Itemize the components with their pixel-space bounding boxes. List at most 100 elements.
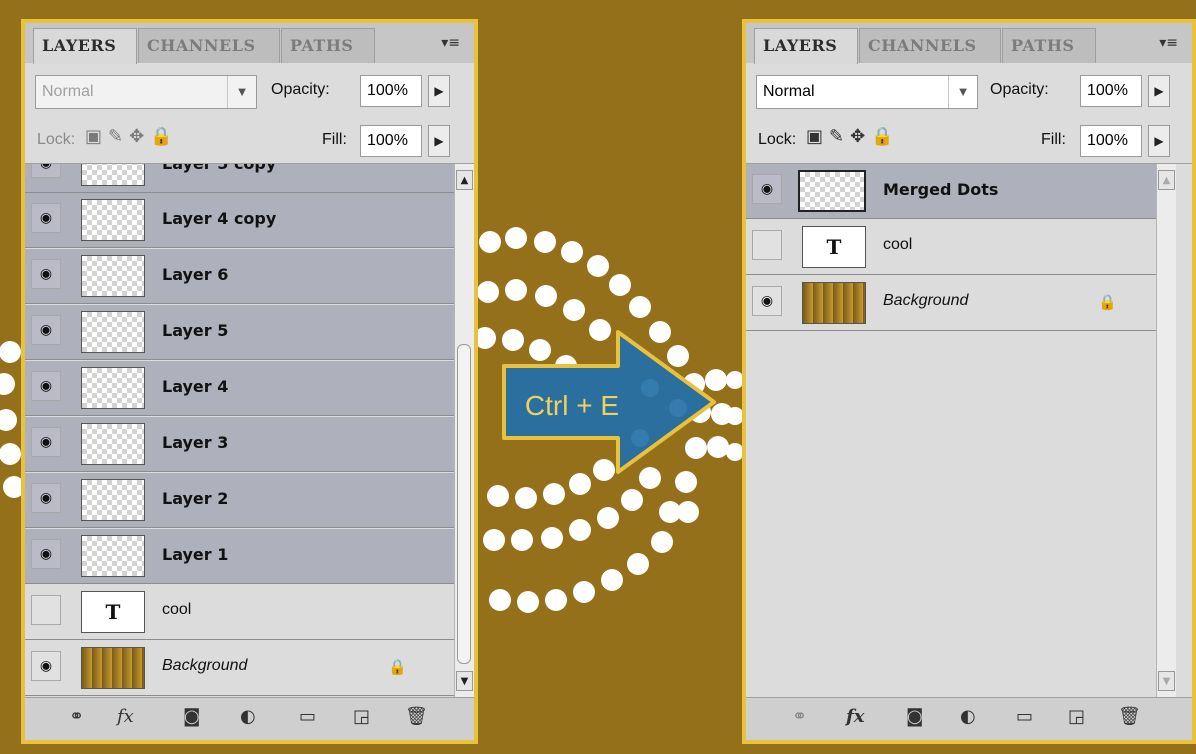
layer-thumbnail: [81, 199, 145, 241]
panel-menu-icon[interactable]: ▾≡: [1159, 35, 1178, 51]
fill-label: Fill:: [322, 131, 347, 148]
eye-icon[interactable]: ◉: [31, 483, 61, 513]
add-mask-icon[interactable]: ◙: [183, 706, 200, 727]
adjustment-layer-icon[interactable]: ◐: [960, 706, 976, 727]
blend-mode-value: Normal: [763, 83, 815, 100]
scroll-up-icon[interactable]: ▲: [456, 170, 473, 190]
visibility-toggle-empty[interactable]: [752, 230, 782, 260]
lock-icons: ▣✎✥🔒: [85, 126, 179, 147]
layer-name: Background: [162, 657, 248, 674]
visibility-toggle-empty[interactable]: [31, 595, 61, 625]
chevron-down-icon: ▼: [227, 76, 256, 108]
tab-paths[interactable]: PATHS: [281, 28, 375, 63]
layer-row[interactable]: ◉ Background 🔒: [25, 641, 454, 696]
opacity-stepper-arrow-icon[interactable]: ▶: [428, 75, 450, 107]
tab-layers[interactable]: LAYERS: [754, 28, 858, 64]
layer-thumbnail: [802, 282, 866, 324]
lock-label: Lock:: [37, 131, 76, 148]
lock-transparent-icon[interactable]: ▣: [85, 126, 108, 147]
fx-icon[interactable]: fx: [117, 706, 134, 727]
eye-icon[interactable]: ◉: [752, 286, 782, 316]
layer-thumbnail: [81, 423, 145, 465]
adjustment-layer-icon[interactable]: ◐: [240, 706, 256, 727]
fill-input[interactable]: 100%: [360, 125, 422, 157]
layer-thumbnail: [81, 255, 145, 297]
lock-paint-icon[interactable]: ✎: [108, 126, 129, 147]
layer-row[interactable]: ◉ Layer 5: [25, 305, 454, 360]
fill-stepper-arrow-icon[interactable]: ▶: [428, 125, 450, 157]
tab-layers[interactable]: LAYERS: [33, 28, 137, 64]
eye-icon[interactable]: ◉: [31, 427, 61, 457]
arrow-label: Ctrl + E: [525, 390, 619, 421]
link-layers-icon[interactable]: ⚭: [69, 706, 84, 727]
lock-transparent-icon[interactable]: ▣: [806, 126, 829, 147]
chevron-down-icon: ▼: [948, 76, 977, 108]
layers-panel-before: LAYERS CHANNELS PATHS ▾≡ Normal ▼ Opacit…: [21, 19, 478, 744]
eye-icon[interactable]: ◉: [31, 259, 61, 289]
layer-name: Layer 6: [162, 265, 229, 284]
opacity-stepper-arrow-icon[interactable]: ▶: [1148, 75, 1170, 107]
layer-name: Layer 1: [162, 545, 229, 564]
layer-row[interactable]: ◉ Background 🔒: [746, 276, 1156, 331]
layer-list-scrollbar[interactable]: ▲ ▼: [1156, 164, 1176, 698]
eye-icon[interactable]: ◉: [31, 315, 61, 345]
blend-mode-select[interactable]: Normal ▼: [756, 75, 978, 109]
layer-thumbnail: [81, 164, 145, 186]
eye-icon[interactable]: ◉: [31, 203, 61, 233]
layers-panel-after: LAYERS CHANNELS PATHS ▾≡ Normal ▼ Opacit…: [742, 19, 1196, 744]
tab-paths[interactable]: PATHS: [1002, 28, 1096, 63]
opacity-input[interactable]: 100%: [1080, 75, 1142, 107]
eye-icon[interactable]: ◉: [31, 371, 61, 401]
panel-tabs: LAYERS CHANNELS PATHS ▾≡: [746, 23, 1192, 64]
lock-move-icon[interactable]: ✥: [850, 126, 871, 147]
new-group-icon[interactable]: ▭: [299, 706, 316, 727]
fill-input[interactable]: 100%: [1080, 125, 1142, 157]
layer-row[interactable]: ◉ Layer 6: [25, 249, 454, 304]
scroll-down-icon[interactable]: ▼: [1158, 671, 1175, 691]
layer-list-scrollbar[interactable]: ▲ ▼: [454, 164, 474, 698]
fill-stepper-arrow-icon[interactable]: ▶: [1148, 125, 1170, 157]
new-layer-icon[interactable]: ◲: [353, 706, 370, 727]
layer-row[interactable]: ◉ Layer 3: [25, 417, 454, 472]
new-group-icon[interactable]: ▭: [1016, 706, 1033, 727]
text-layer-thumbnail: T: [81, 591, 145, 633]
layer-row[interactable]: ◉ Layer 2: [25, 473, 454, 528]
layer-row[interactable]: T cool: [746, 220, 1156, 275]
layer-row[interactable]: ◉ Layer 4 copy: [25, 193, 454, 248]
fx-icon[interactable]: fx: [846, 706, 864, 727]
layer-row[interactable]: T cool: [25, 585, 454, 640]
scroll-down-icon[interactable]: ▼: [456, 671, 473, 691]
layer-row[interactable]: ◉ Layer 5 copy: [25, 163, 454, 193]
layer-row[interactable]: ◉ Layer 4: [25, 361, 454, 416]
opacity-input[interactable]: 100%: [360, 75, 422, 107]
layer-thumbnail: [798, 170, 866, 212]
layer-name: Layer 5: [162, 321, 229, 340]
blend-mode-select[interactable]: Normal ▼: [35, 75, 257, 109]
scrollbar-thumb[interactable]: [457, 344, 471, 664]
lock-all-icon[interactable]: 🔒: [150, 126, 178, 147]
panel-footer: ⚭ fx ◙ ◐ ▭ ◲ 🗑: [746, 697, 1192, 740]
layer-name: Layer 3: [162, 433, 229, 452]
layer-name: Merged Dots: [883, 180, 999, 199]
eye-icon[interactable]: ◉: [752, 174, 782, 204]
trash-icon[interactable]: 🗑: [405, 706, 428, 727]
link-layers-icon[interactable]: ⚭: [792, 706, 807, 727]
layer-name: Layer 4 copy: [162, 209, 277, 228]
layer-name: Layer 2: [162, 489, 229, 508]
layer-row[interactable]: ◉ Layer 1: [25, 529, 454, 584]
tab-channels[interactable]: CHANNELS: [138, 28, 280, 63]
lock-paint-icon[interactable]: ✎: [829, 126, 850, 147]
scroll-up-icon[interactable]: ▲: [1158, 170, 1175, 190]
lock-move-icon[interactable]: ✥: [129, 126, 150, 147]
panel-menu-icon[interactable]: ▾≡: [441, 35, 460, 51]
layer-row[interactable]: ◉ Merged Dots: [746, 164, 1156, 219]
eye-icon[interactable]: ◉: [31, 651, 61, 681]
trash-icon[interactable]: 🗑: [1118, 706, 1141, 727]
new-layer-icon[interactable]: ◲: [1068, 706, 1085, 727]
lock-all-icon[interactable]: 🔒: [871, 126, 899, 147]
tab-channels[interactable]: CHANNELS: [859, 28, 1001, 63]
layer-name: Layer 5 copy: [162, 163, 277, 173]
add-mask-icon[interactable]: ◙: [906, 706, 923, 727]
eye-icon[interactable]: ◉: [31, 539, 61, 569]
eye-icon[interactable]: ◉: [31, 164, 61, 178]
